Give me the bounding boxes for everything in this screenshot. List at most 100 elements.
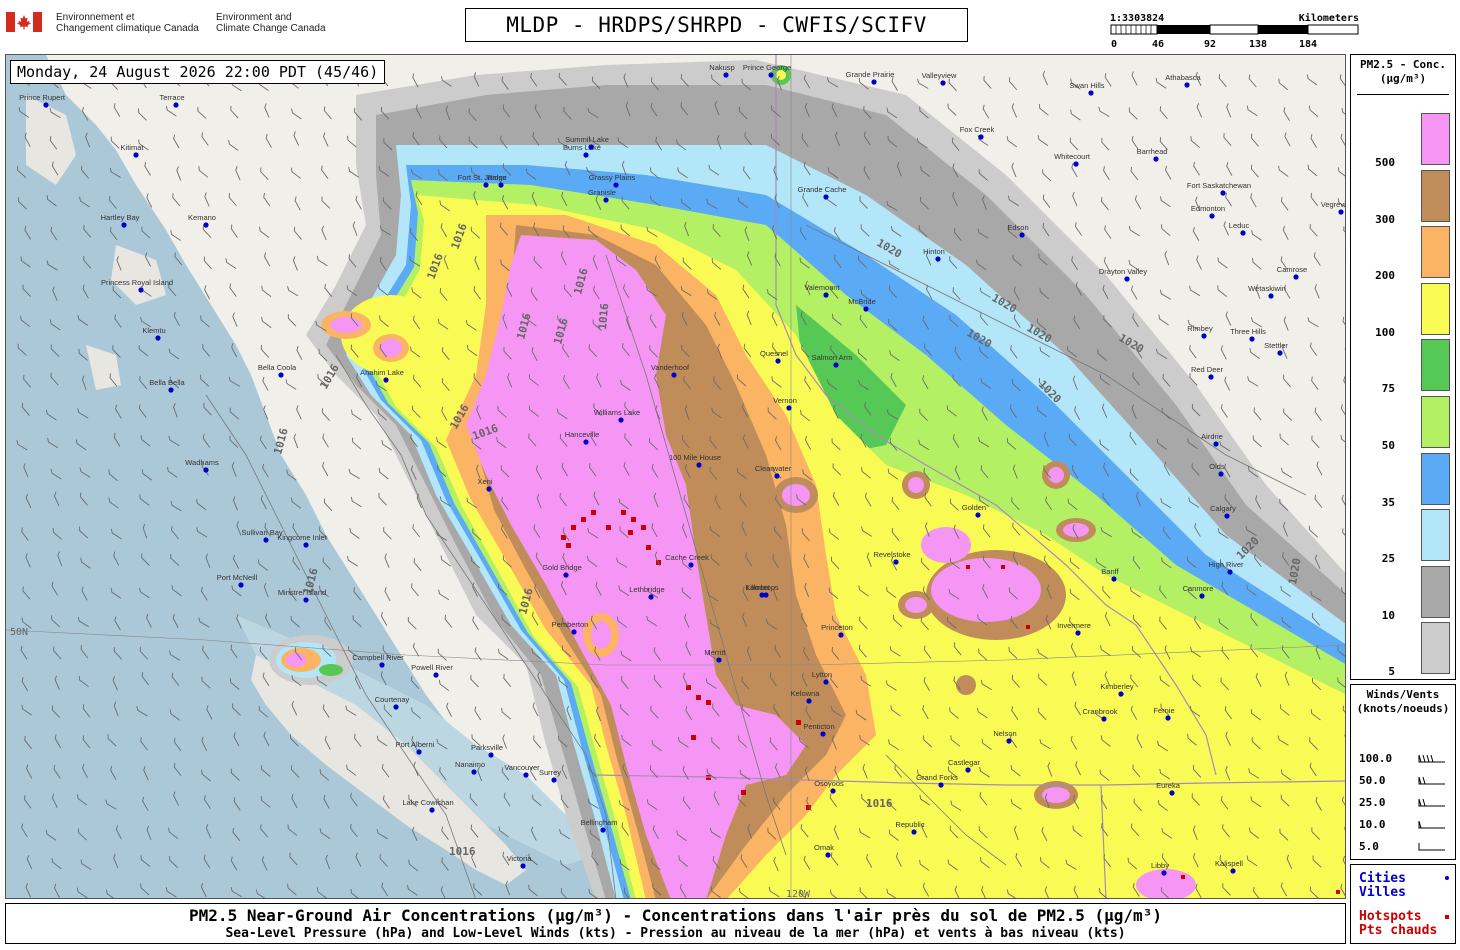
city-dot <box>1213 441 1219 447</box>
city-dot <box>121 222 127 228</box>
city-dot <box>278 372 284 378</box>
city-label: Kimberley <box>1100 682 1134 691</box>
legend-swatch <box>1421 226 1450 279</box>
city-dot <box>825 852 831 858</box>
city-label: High River <box>1208 560 1244 569</box>
city-label: Valemount <box>804 283 840 292</box>
city-dot <box>1169 790 1175 796</box>
city-dot <box>173 102 179 108</box>
city-label: Xeni <box>477 477 492 486</box>
wind-speed-label: 50.0 <box>1359 774 1386 787</box>
city-label: Bella Coola <box>258 363 297 372</box>
city-dot <box>433 672 439 678</box>
wind-speed-label: 5.0 <box>1359 840 1379 853</box>
city-label: Port Alberni <box>396 740 435 749</box>
city-label: Bellingham <box>580 818 617 827</box>
wind-barb-icon <box>1418 754 1445 763</box>
legend-swatch <box>1421 339 1450 392</box>
hotspots-label-fr: Pts chauds <box>1359 923 1438 938</box>
legend-label: 25 <box>1381 552 1395 566</box>
city-dot <box>393 704 399 710</box>
wind-key-row: 5.0 <box>1359 839 1451 855</box>
city-dot <box>416 749 422 755</box>
city-dot <box>583 152 589 158</box>
city-label: Klemtu <box>142 326 165 335</box>
city-dot <box>1111 576 1117 582</box>
city-dot <box>1338 209 1344 215</box>
city-dot <box>238 582 244 588</box>
caption-line1: PM2.5 Near-Ground Air Concentrations (µg… <box>189 906 1162 925</box>
city-dot <box>723 72 729 78</box>
wind-speed-label: 25.0 <box>1359 796 1386 809</box>
wind-barb-icon <box>1418 843 1445 851</box>
city-label: Prince Rupert <box>19 93 66 102</box>
legend-label: 50 <box>1381 439 1395 452</box>
wind-barb-icon <box>1418 776 1445 785</box>
wind-key-row: 100.0 <box>1359 751 1451 767</box>
city-dot <box>203 467 209 473</box>
city-dot <box>671 372 677 378</box>
city-dot <box>1153 156 1159 162</box>
city-dot <box>429 807 435 813</box>
city-dot <box>975 512 981 518</box>
agency-en-line1: Environment and <box>216 12 292 23</box>
city-dot <box>965 767 971 773</box>
legend-swatch <box>1421 452 1450 505</box>
city-dot <box>806 698 812 704</box>
city-dot <box>1230 868 1236 874</box>
city-label: Lethbridge <box>629 585 664 594</box>
city-dot <box>1209 213 1215 219</box>
city-dot <box>1277 350 1283 356</box>
city-label: Drayton Valley <box>1099 267 1147 276</box>
scale-tick-4: 184 <box>1299 39 1317 50</box>
city-dot <box>1249 336 1255 342</box>
city-label: Three Hills <box>1230 327 1266 336</box>
city-label: Leduc <box>1229 221 1250 230</box>
city-label: Calgary <box>1210 504 1236 513</box>
agency-en-line2: Climate Change Canada <box>216 23 326 34</box>
agency-fr-line1: Environnement et <box>56 12 135 23</box>
city-dot <box>1208 374 1214 380</box>
legend-label: 200 <box>1375 269 1395 283</box>
city-dot <box>488 752 494 758</box>
city-label: Edson <box>1007 223 1028 232</box>
city-label: Grande Cache <box>798 185 847 194</box>
city-dot <box>383 377 389 383</box>
city-label: Clearwater <box>755 464 792 473</box>
city-dot <box>830 788 836 794</box>
map-view[interactable]: 50N 120W 1016 1016 1016 1016 1016 1016 1… <box>5 54 1346 899</box>
city-label: Lillooet <box>746 583 771 592</box>
city-dot <box>203 222 209 228</box>
legend-divider <box>1357 94 1449 95</box>
city-label: Grande Prairie <box>846 70 895 79</box>
legend-label: 100 <box>1375 325 1395 339</box>
scale-tick-0: 0 <box>1111 39 1117 50</box>
city-label: Grand Forks <box>916 773 958 782</box>
agency-name-en: Environment and Climate Change Canada <box>216 12 376 34</box>
cities-label-fr: Villes <box>1359 885 1406 900</box>
city-dot <box>1019 232 1025 238</box>
legend-title-line1: PM2.5 - Conc. <box>1359 58 1447 71</box>
city-label: Powell River <box>411 663 453 672</box>
city-label: Vernon <box>773 396 797 405</box>
city-dot <box>1165 715 1171 721</box>
city-dot <box>823 679 829 685</box>
caption-line2: Sea-Level Pressure (hPa) and Low-Level W… <box>225 926 1126 941</box>
scale-tick-2: 92 <box>1204 39 1216 50</box>
agency-fr-line2: Changement climatique Canada <box>56 23 199 34</box>
city-dot <box>600 827 606 833</box>
city-label: Red Deer <box>1191 365 1224 374</box>
scale-tick-3: 138 <box>1249 39 1267 50</box>
scale-bar: 1:3303824 Kilometers 0 46 92 138 184 <box>1110 12 1359 50</box>
city-dot <box>759 592 765 598</box>
city-dot <box>871 79 877 85</box>
city-label: Salmon Arm <box>812 353 853 362</box>
forecast-map[interactable]: 50N 120W 1016 1016 1016 1016 1016 1016 1… <box>6 55 1346 899</box>
city-label: Surrey <box>539 768 561 777</box>
city-label: Kingcome Inlet <box>277 533 328 542</box>
city-label: Terrace <box>159 93 184 102</box>
city-dot <box>1218 471 1224 477</box>
legend-label: 75 <box>1381 382 1395 396</box>
city-label: Omak <box>814 843 834 852</box>
agency-name-fr: Environnement et Changement climatique C… <box>56 12 216 34</box>
